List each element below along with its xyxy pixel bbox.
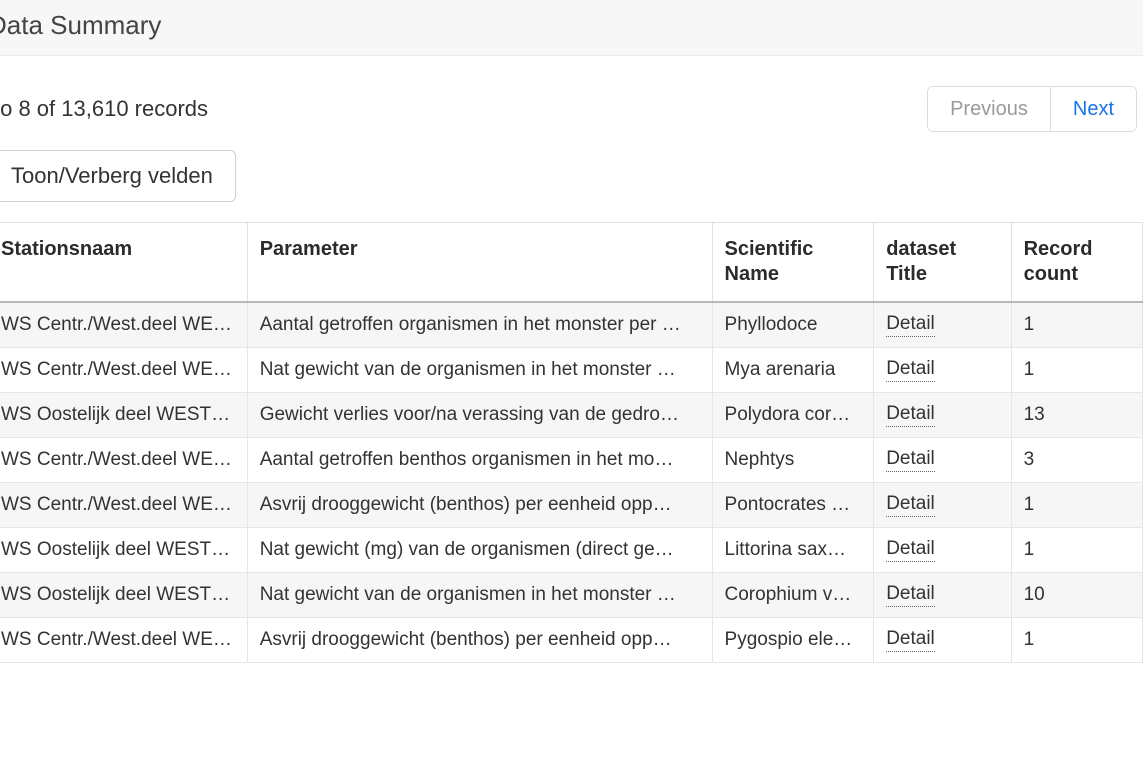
cell-parameter: Asvrij drooggewicht (benthos) per eenhei… bbox=[247, 618, 712, 663]
cell-scientific-name: Pygospio ele… bbox=[712, 618, 874, 663]
cell-parameter: Nat gewicht van de organismen in het mon… bbox=[247, 573, 712, 618]
records-bar: to 8 of 13,610 records Previous Next bbox=[0, 86, 1143, 132]
th-dataset-title[interactable]: dataset Title bbox=[874, 223, 1011, 303]
cell-record-count: 3 bbox=[1011, 438, 1142, 483]
cell-dataset-title: Detail bbox=[874, 348, 1011, 393]
cell-record-count: 10 bbox=[1011, 573, 1142, 618]
cell-record-count: 13 bbox=[1011, 393, 1142, 438]
next-button[interactable]: Next bbox=[1050, 87, 1136, 131]
table-row: WS Centr./West.deel WE…Nat gewicht van d… bbox=[0, 348, 1143, 393]
cell-parameter: Aantal getroffen organismen in het monst… bbox=[247, 302, 712, 348]
cell-scientific-name: Polydora cor… bbox=[712, 393, 874, 438]
cell-stationsnaam: WS Oostelijk deel WEST… bbox=[0, 528, 247, 573]
th-scientific-name[interactable]: Scientific Name bbox=[712, 223, 874, 303]
previous-button[interactable]: Previous bbox=[928, 87, 1050, 131]
table-row: WS Centr./West.deel WE…Aantal getroffen … bbox=[0, 302, 1143, 348]
cell-stationsnaam: WS Centr./West.deel WE… bbox=[0, 618, 247, 663]
detail-link[interactable]: Detail bbox=[886, 448, 935, 472]
cell-dataset-title: Detail bbox=[874, 618, 1011, 663]
cell-record-count: 1 bbox=[1011, 302, 1142, 348]
cell-stationsnaam: WS Centr./West.deel WE… bbox=[0, 483, 247, 528]
cell-dataset-title: Detail bbox=[874, 393, 1011, 438]
cell-stationsnaam: WS Centr./West.deel WE… bbox=[0, 348, 247, 393]
cell-scientific-name: Phyllodoce bbox=[712, 302, 874, 348]
cell-record-count: 1 bbox=[1011, 348, 1142, 393]
cell-scientific-name: Mya arenaria bbox=[712, 348, 874, 393]
detail-link[interactable]: Detail bbox=[886, 358, 935, 382]
cell-parameter: Nat gewicht (mg) van de organismen (dire… bbox=[247, 528, 712, 573]
cell-stationsnaam: WS Oostelijk deel WEST… bbox=[0, 393, 247, 438]
table-row: WS Centr./West.deel WE…Asvrij drooggewic… bbox=[0, 483, 1143, 528]
cell-parameter: Nat gewicht van de organismen in het mon… bbox=[247, 348, 712, 393]
table-row: WS Oostelijk deel WEST…Nat gewicht van d… bbox=[0, 573, 1143, 618]
detail-link[interactable]: Detail bbox=[886, 538, 935, 562]
cell-stationsnaam: WS Centr./West.deel WE… bbox=[0, 302, 247, 348]
cell-dataset-title: Detail bbox=[874, 483, 1011, 528]
cell-parameter: Gewicht verlies voor/na verassing van de… bbox=[247, 393, 712, 438]
th-parameter[interactable]: Parameter bbox=[247, 223, 712, 303]
cell-record-count: 1 bbox=[1011, 618, 1142, 663]
cell-record-count: 1 bbox=[1011, 483, 1142, 528]
th-record-count[interactable]: Record count bbox=[1011, 223, 1142, 303]
cell-parameter: Asvrij drooggewicht (benthos) per eenhei… bbox=[247, 483, 712, 528]
data-table: Stationsnaam Parameter Scientific Name d… bbox=[0, 222, 1143, 663]
detail-link[interactable]: Detail bbox=[886, 493, 935, 517]
cell-scientific-name: Corophium v… bbox=[712, 573, 874, 618]
cell-dataset-title: Detail bbox=[874, 528, 1011, 573]
records-summary: to 8 of 13,610 records bbox=[0, 96, 208, 122]
detail-link[interactable]: Detail bbox=[886, 628, 935, 652]
cell-dataset-title: Detail bbox=[874, 573, 1011, 618]
table-row: WS Centr./West.deel WE…Aantal getroffen … bbox=[0, 438, 1143, 483]
cell-record-count: 1 bbox=[1011, 528, 1142, 573]
cell-dataset-title: Detail bbox=[874, 302, 1011, 348]
detail-link[interactable]: Detail bbox=[886, 403, 935, 427]
table-header-row: Stationsnaam Parameter Scientific Name d… bbox=[0, 223, 1143, 303]
toggle-fields-button[interactable]: Toon/Verberg velden bbox=[0, 150, 236, 202]
cell-scientific-name: Nephtys bbox=[712, 438, 874, 483]
page-title-bar: Data Summary bbox=[0, 0, 1143, 56]
cell-parameter: Aantal getroffen benthos organismen in h… bbox=[247, 438, 712, 483]
page-title: Data Summary bbox=[0, 10, 1143, 41]
table-row: WS Centr./West.deel WE…Asvrij drooggewic… bbox=[0, 618, 1143, 663]
pager: Previous Next bbox=[927, 86, 1137, 132]
detail-link[interactable]: Detail bbox=[886, 313, 935, 337]
table-row: WS Oostelijk deel WEST…Nat gewicht (mg) … bbox=[0, 528, 1143, 573]
cell-stationsnaam: WS Centr./West.deel WE… bbox=[0, 438, 247, 483]
cell-dataset-title: Detail bbox=[874, 438, 1011, 483]
detail-link[interactable]: Detail bbox=[886, 583, 935, 607]
cell-scientific-name: Pontocrates … bbox=[712, 483, 874, 528]
th-stationsnaam[interactable]: Stationsnaam bbox=[0, 223, 247, 303]
table-row: WS Oostelijk deel WEST…Gewicht verlies v… bbox=[0, 393, 1143, 438]
cell-stationsnaam: WS Oostelijk deel WEST… bbox=[0, 573, 247, 618]
cell-scientific-name: Littorina sax… bbox=[712, 528, 874, 573]
